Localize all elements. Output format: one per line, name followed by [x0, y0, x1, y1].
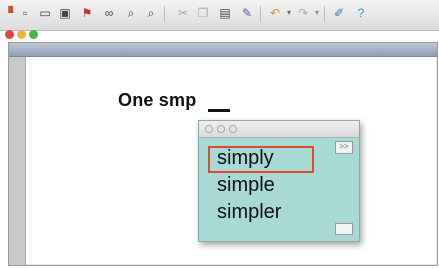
new-document-icon[interactable]: ▫ — [18, 6, 32, 20]
document-text[interactable]: One smp — [118, 90, 196, 111]
autocomplete-popup[interactable]: >> simply simple simpler — [198, 120, 360, 242]
zoom-window-dot[interactable] — [29, 30, 38, 39]
toolbar-separator — [260, 6, 261, 22]
open-icon[interactable]: ▭ — [38, 6, 52, 20]
minimize-window-dot[interactable] — [17, 30, 26, 39]
save-icon[interactable]: ▣ — [58, 6, 72, 20]
help-icon[interactable]: ? — [354, 6, 368, 20]
suggestion-item[interactable]: simple — [217, 174, 275, 197]
paste-icon[interactable]: ▤ — [218, 6, 232, 20]
popup-more-button[interactable]: >> — [335, 141, 353, 154]
zoom-out-icon[interactable]: ⌕ — [124, 6, 138, 20]
undo-icon[interactable]: ↶ — [268, 6, 282, 20]
popup-close-dot[interactable] — [205, 125, 213, 133]
brush-icon[interactable]: ✎ — [240, 6, 254, 20]
close-window-dot[interactable] — [5, 30, 14, 39]
redo-icon[interactable]: ↷ — [296, 6, 310, 20]
document-titlebar — [9, 43, 437, 57]
undo-dropdown-icon[interactable]: ▾ — [282, 6, 296, 20]
flag-icon[interactable]: ⚑ — [80, 6, 94, 20]
redo-dropdown-icon[interactable]: ▾ — [310, 6, 324, 20]
text-caret — [208, 109, 230, 112]
zoom-in-icon[interactable]: ⌕ — [144, 6, 158, 20]
popup-minimize-dot[interactable] — [217, 125, 225, 133]
toolbar-separator — [324, 6, 325, 22]
document-sidebar — [9, 57, 26, 265]
cut-icon[interactable]: ✂ — [176, 6, 190, 20]
copy-icon[interactable]: ❐ — [196, 6, 210, 20]
popup-zoom-dot[interactable] — [229, 125, 237, 133]
suggestion-item[interactable]: simpler — [217, 201, 281, 224]
resize-grip-icon[interactable] — [335, 223, 353, 235]
popup-titlebar — [199, 121, 359, 138]
binoculars-icon[interactable]: ∞ — [102, 6, 116, 20]
edit-icon[interactable]: ✐ — [332, 6, 346, 20]
toolbar-separator — [164, 6, 165, 22]
suggestion-item[interactable]: simply — [217, 147, 274, 170]
app-toolbar: ▘ ▫ ▭ ▣ ⚑ ∞ ⌕ ⌕ ✂ ❐ ▤ ✎ ↶ ▾ ↷ ▾ ✐ ? — [0, 0, 439, 31]
